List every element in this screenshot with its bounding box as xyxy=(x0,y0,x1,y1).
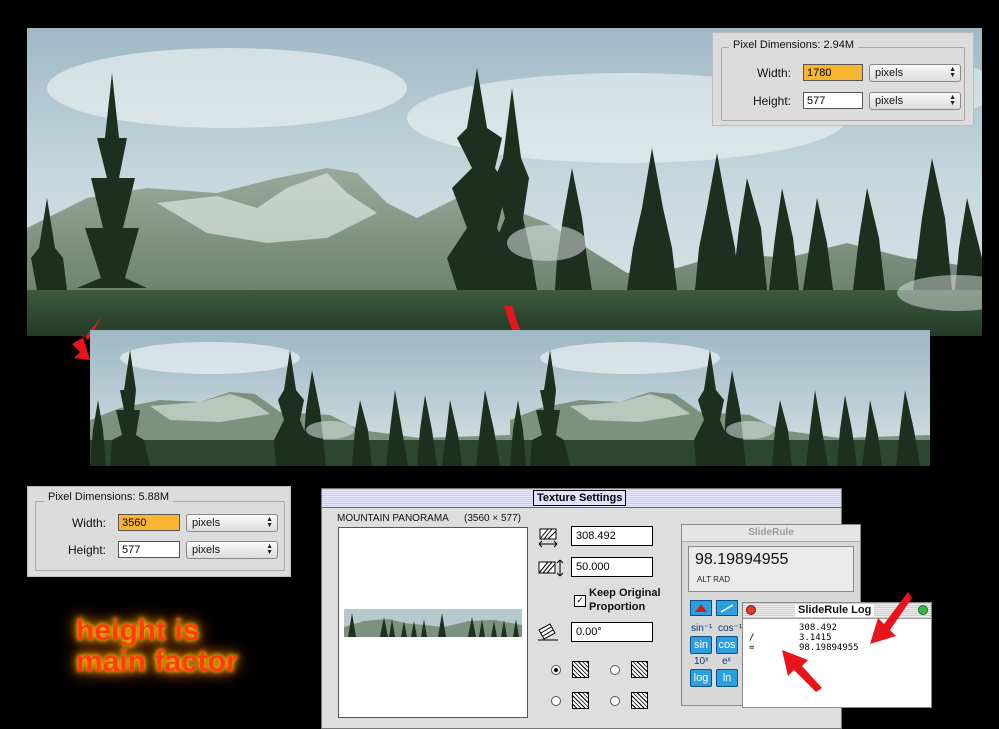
vertical-scale-field[interactable]: 50.000 xyxy=(571,557,653,577)
alignment-radio-3[interactable] xyxy=(551,696,561,706)
width-unit-select[interactable]: pixels ▲ ▼ xyxy=(186,514,278,532)
alignment-pattern-1-icon xyxy=(572,661,589,678)
arcsin-label: sin⁻¹ xyxy=(691,623,713,634)
height-unit-select[interactable]: pixels ▲ ▼ xyxy=(869,92,961,110)
alignment-pattern-2-icon xyxy=(631,661,648,678)
updown-arrows-icon: ▲ ▼ xyxy=(266,543,273,556)
updown-arrows-icon: ▲ ▼ xyxy=(266,516,273,529)
cos-button[interactable]: cos xyxy=(716,636,738,654)
texture-name: MOUNTAIN PANORAMA xyxy=(337,513,449,524)
red-arrow-upper-right-icon xyxy=(870,592,912,644)
close-icon[interactable] xyxy=(746,605,756,615)
alignment-radio-2[interactable] xyxy=(610,665,620,675)
arccos-label: cos⁻¹ xyxy=(718,623,743,634)
updown-arrows-icon: ▲ ▼ xyxy=(949,94,956,107)
alignment-pattern-3-icon xyxy=(572,692,589,709)
height-field[interactable]: 577 xyxy=(118,541,180,558)
horizontal-scale-icon xyxy=(538,528,558,548)
texture-preview-thumbnail xyxy=(344,609,522,637)
alignment-radio-1[interactable] xyxy=(551,665,561,675)
vertical-scale-icon xyxy=(538,559,564,577)
rotation-icon xyxy=(538,623,558,641)
alt-indicator: ALT xyxy=(697,575,711,584)
red-arrow-lower-left-icon xyxy=(782,650,822,692)
height-label: Height: xyxy=(67,543,106,557)
alignment-radio-4[interactable] xyxy=(610,696,620,706)
doubled-panorama-image xyxy=(90,330,930,466)
bottom-pixel-dimensions-panel: Pixel Dimensions: 5.88M Width: 3560 pixe… xyxy=(27,486,291,577)
triangle-up-icon xyxy=(695,604,707,612)
keep-proportion-label: Keep Original Proportion xyxy=(589,587,661,613)
alignment-pattern-4-icon xyxy=(631,692,648,709)
ten-power-label: 10ˣ xyxy=(694,656,709,667)
shift-up-button[interactable] xyxy=(690,600,712,616)
rad-indicator: RAD xyxy=(713,575,731,584)
sliderule-display: 98.19894955 ALT RAD xyxy=(688,546,854,592)
caption-line-2: main factor xyxy=(76,645,238,678)
pixel-dimensions-title: Pixel Dimensions: 2.94M xyxy=(729,39,859,51)
height-label: Height: xyxy=(752,94,791,108)
height-caption: height is main factor xyxy=(76,615,238,677)
updown-arrows-icon: ▲ ▼ xyxy=(949,66,956,79)
slope-button[interactable] xyxy=(716,600,738,616)
texture-preview xyxy=(338,527,528,718)
log-line-1: 308.492 xyxy=(799,623,837,633)
log-button[interactable]: log xyxy=(690,669,712,687)
texture-size: (3560 × 577) xyxy=(464,513,521,524)
log-line-2: /3.1415 xyxy=(749,633,832,643)
slope-icon xyxy=(720,604,734,613)
keep-proportion-checkbox[interactable]: ✓ xyxy=(574,595,586,607)
width-field[interactable]: 3560 xyxy=(118,514,180,531)
horizontal-scale-field[interactable]: 308.492 xyxy=(571,526,653,546)
width-field[interactable]: 1780 xyxy=(803,64,863,81)
sliderule-log-title: SlideRule Log xyxy=(795,604,875,617)
sin-button[interactable]: sin xyxy=(690,636,712,654)
width-unit-select[interactable]: pixels ▲ ▼ xyxy=(869,64,961,82)
rotation-field[interactable]: 0.00° xyxy=(571,622,653,642)
width-label: Width: xyxy=(756,66,791,80)
sliderule-title: SlideRule xyxy=(748,527,794,538)
ln-button[interactable]: ln xyxy=(716,669,738,687)
zoom-icon[interactable] xyxy=(918,605,928,615)
texture-settings-title: Texture Settings xyxy=(533,490,627,506)
height-unit-select[interactable]: pixels ▲ ▼ xyxy=(186,541,278,559)
pixel-dimensions-title: Pixel Dimensions: 5.88M xyxy=(44,491,174,503)
e-power-label: eˣ xyxy=(722,656,731,667)
caption-line-1: height is xyxy=(76,614,200,647)
display-value: 98.19894955 xyxy=(695,551,789,568)
height-field[interactable]: 577 xyxy=(803,92,863,109)
pixel-dimensions-group xyxy=(35,501,285,571)
top-pixel-dimensions-panel: Pixel Dimensions: 2.94M Width: 1780 pixe… xyxy=(712,32,974,126)
width-label: Width: xyxy=(71,516,106,530)
